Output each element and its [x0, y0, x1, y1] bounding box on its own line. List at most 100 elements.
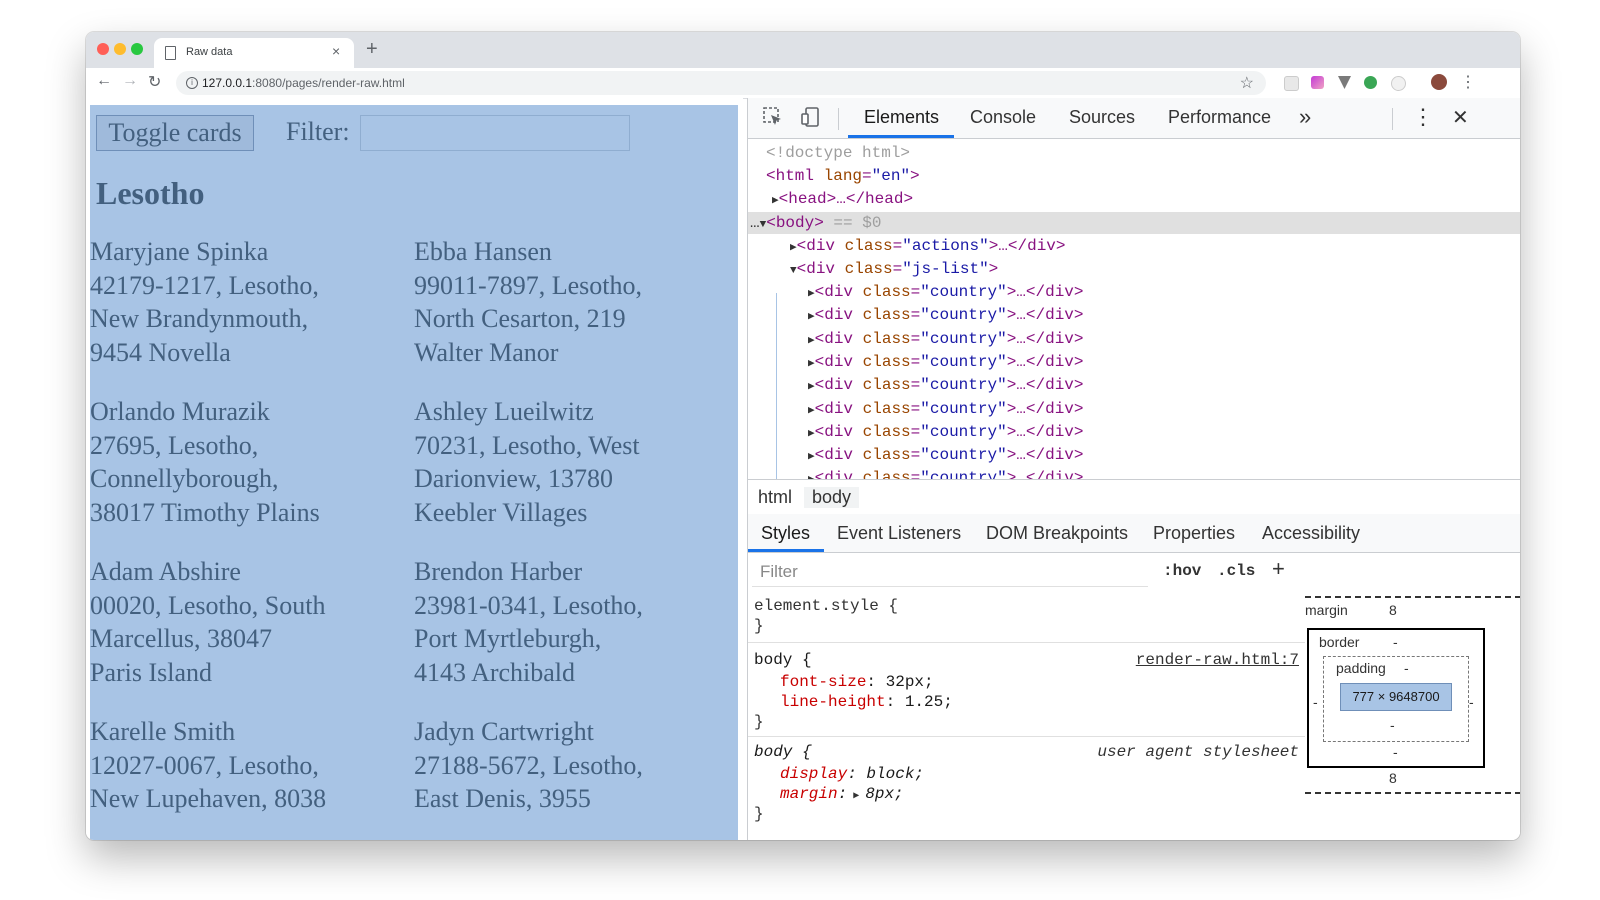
element-style-selector[interactable]: element.style {: [754, 596, 898, 616]
breadcrumb: html body: [748, 479, 1520, 515]
close-devtools-icon[interactable]: ✕: [1452, 105, 1469, 130]
toggle-cards-button[interactable]: Toggle cards: [96, 115, 254, 151]
device-toolbar-icon[interactable]: [800, 106, 822, 134]
active-subtab-indicator: [748, 549, 824, 552]
div-actions-node[interactable]: ▶<div class="actions">…</div>: [790, 235, 1066, 257]
new-style-rule-icon[interactable]: +: [1272, 556, 1285, 582]
tab-properties[interactable]: Properties: [1153, 523, 1235, 544]
html-node[interactable]: <html lang="en">: [766, 165, 920, 187]
browser-tab[interactable]: Raw data ×: [154, 38, 354, 68]
margin-bottom-value[interactable]: 8: [1389, 770, 1397, 786]
browser-menu-icon[interactable]: ⋮: [1460, 72, 1476, 92]
extension-icon[interactable]: [1284, 76, 1299, 91]
forward-icon[interactable]: →: [122, 72, 138, 90]
filter-input[interactable]: [360, 115, 630, 151]
tag-end: >…</div>: [1006, 330, 1084, 348]
div-country-node[interactable]: ▶<div class="country">…</div>: [808, 328, 1084, 350]
body-node[interactable]: …▼<body> == $0: [750, 212, 881, 234]
attr-name: class: [862, 330, 911, 348]
hov-toggle[interactable]: :hov: [1163, 562, 1201, 580]
extension-icon[interactable]: [1391, 76, 1406, 91]
devtools-menu-icon[interactable]: ⋮: [1412, 104, 1434, 130]
div-country-node[interactable]: ▶<div class="country">…</div>: [808, 374, 1084, 396]
padding-bottom-value[interactable]: -: [1390, 717, 1395, 733]
tab-event-listeners[interactable]: Event Listeners: [837, 523, 961, 544]
styles-filter-input[interactable]: Filter: [752, 556, 1148, 587]
div-tag: <div: [814, 376, 854, 394]
tag-end: >…</div>: [1006, 353, 1084, 371]
div-country-node[interactable]: ▶<div class="country">…</div>: [808, 281, 1084, 303]
inspect-element-icon[interactable]: [762, 106, 784, 134]
card-line: Darionview, 13780: [414, 464, 614, 493]
tab-sources[interactable]: Sources: [1069, 107, 1135, 128]
crumb-body[interactable]: body: [804, 487, 860, 508]
card-line: 70231, Lesotho, West: [414, 430, 640, 460]
padding-value[interactable]: -: [1404, 660, 1409, 676]
prop-name: line-height: [780, 693, 886, 711]
card-name: Karelle Smith: [90, 717, 236, 746]
vue-devtools-icon[interactable]: [1338, 76, 1351, 89]
rule-source-link[interactable]: render-raw.html:7: [1136, 650, 1299, 670]
content-box[interactable]: 777 × 9648700: [1340, 683, 1452, 711]
tab-close-icon[interactable]: ×: [332, 43, 340, 59]
attr-name: class: [862, 376, 911, 394]
tab-styles[interactable]: Styles: [761, 523, 810, 544]
cls-toggle[interactable]: .cls: [1217, 562, 1255, 580]
attr-value: "actions": [902, 237, 989, 255]
new-tab-button[interactable]: +: [366, 38, 378, 61]
bookmark-star-icon[interactable]: ☆: [1240, 73, 1254, 93]
card-line: New Lupehaven, 8038: [90, 784, 327, 813]
filter-label: Filter:: [286, 117, 350, 146]
div-country-node[interactable]: ▶<div class="country">…</div>: [808, 467, 1084, 479]
url-text[interactable]: 127.0.0.1:8080/pages/render-raw.html: [202, 76, 405, 90]
ellipsis-icon[interactable]: …: [750, 214, 760, 232]
zoom-window-button[interactable]: [131, 43, 143, 55]
tab-accessibility[interactable]: Accessibility: [1262, 523, 1360, 544]
padding-left-value[interactable]: -: [1313, 694, 1318, 710]
border-box: border - padding - 777 × 9648700 - - - -: [1307, 628, 1485, 768]
div-country-node[interactable]: ▶<div class="country">…</div>: [808, 421, 1084, 443]
div-country-node[interactable]: ▶<div class="country">…</div>: [808, 351, 1084, 373]
info-icon[interactable]: i: [186, 77, 198, 89]
attr-value: "country": [920, 306, 1007, 324]
style-declaration[interactable]: font-size: 32px;: [780, 672, 934, 692]
minimize-window-button[interactable]: [114, 43, 126, 55]
tab-strip: Raw data × +: [86, 32, 1520, 68]
address-card: Orlando Murazik 27695, Lesotho, Connelly…: [90, 395, 400, 529]
close-window-button[interactable]: [97, 43, 109, 55]
more-tabs-icon[interactable]: »: [1299, 104, 1311, 130]
div-country-node[interactable]: ▶<div class="country">…</div>: [808, 304, 1084, 326]
reload-icon[interactable]: ↻: [148, 72, 161, 92]
margin-top-value[interactable]: 8: [1389, 602, 1397, 618]
padding-right-value[interactable]: -: [1469, 694, 1474, 710]
tag-end: >…</div>: [988, 237, 1066, 255]
extension-icon[interactable]: [1311, 76, 1324, 89]
card-line: 99011-7897, Lesotho,: [414, 270, 642, 300]
border-bottom-value[interactable]: -: [1393, 744, 1398, 760]
tab-dom-breakpoints[interactable]: DOM Breakpoints: [986, 523, 1128, 544]
attr-value: "en": [871, 167, 911, 185]
expand-triangle-icon[interactable]: ▶: [847, 791, 865, 802]
head-tag: <head>…</head>: [778, 190, 914, 208]
div-country-node[interactable]: ▶<div class="country">…</div>: [808, 444, 1084, 466]
style-declaration[interactable]: line-height: 1.25;: [780, 692, 953, 712]
div-tag: <div: [814, 283, 854, 301]
avatar[interactable]: [1431, 74, 1447, 90]
tab-performance[interactable]: Performance: [1168, 107, 1271, 128]
tab-console[interactable]: Console: [970, 107, 1036, 128]
div-country-node[interactable]: ▶<div class="country">…</div>: [808, 398, 1084, 420]
extension-icon[interactable]: [1364, 76, 1377, 89]
padding-box: padding - 777 × 9648700 -: [1323, 656, 1469, 742]
doctype-node[interactable]: <!doctype html>: [766, 142, 910, 164]
tag-end: >…</div>: [1006, 283, 1084, 301]
back-icon[interactable]: ←: [96, 72, 112, 90]
address-bar[interactable]: i 127.0.0.1:8080/pages/render-raw.html ☆: [176, 71, 1266, 95]
tab-elements[interactable]: Elements: [864, 107, 939, 128]
div-js-list-node[interactable]: ▼<div class="js-list">: [790, 258, 998, 280]
crumb-html[interactable]: html: [750, 487, 800, 508]
border-value[interactable]: -: [1393, 634, 1398, 650]
devtools-panel: Elements Console Sources Performance » ⋮…: [747, 98, 1520, 840]
head-node[interactable]: ▶<head>…</head>: [772, 188, 913, 210]
address-card: Karelle Smith 12027-0067, Lesotho, New L…: [90, 715, 400, 816]
body-rule-selector[interactable]: body {: [754, 650, 812, 670]
